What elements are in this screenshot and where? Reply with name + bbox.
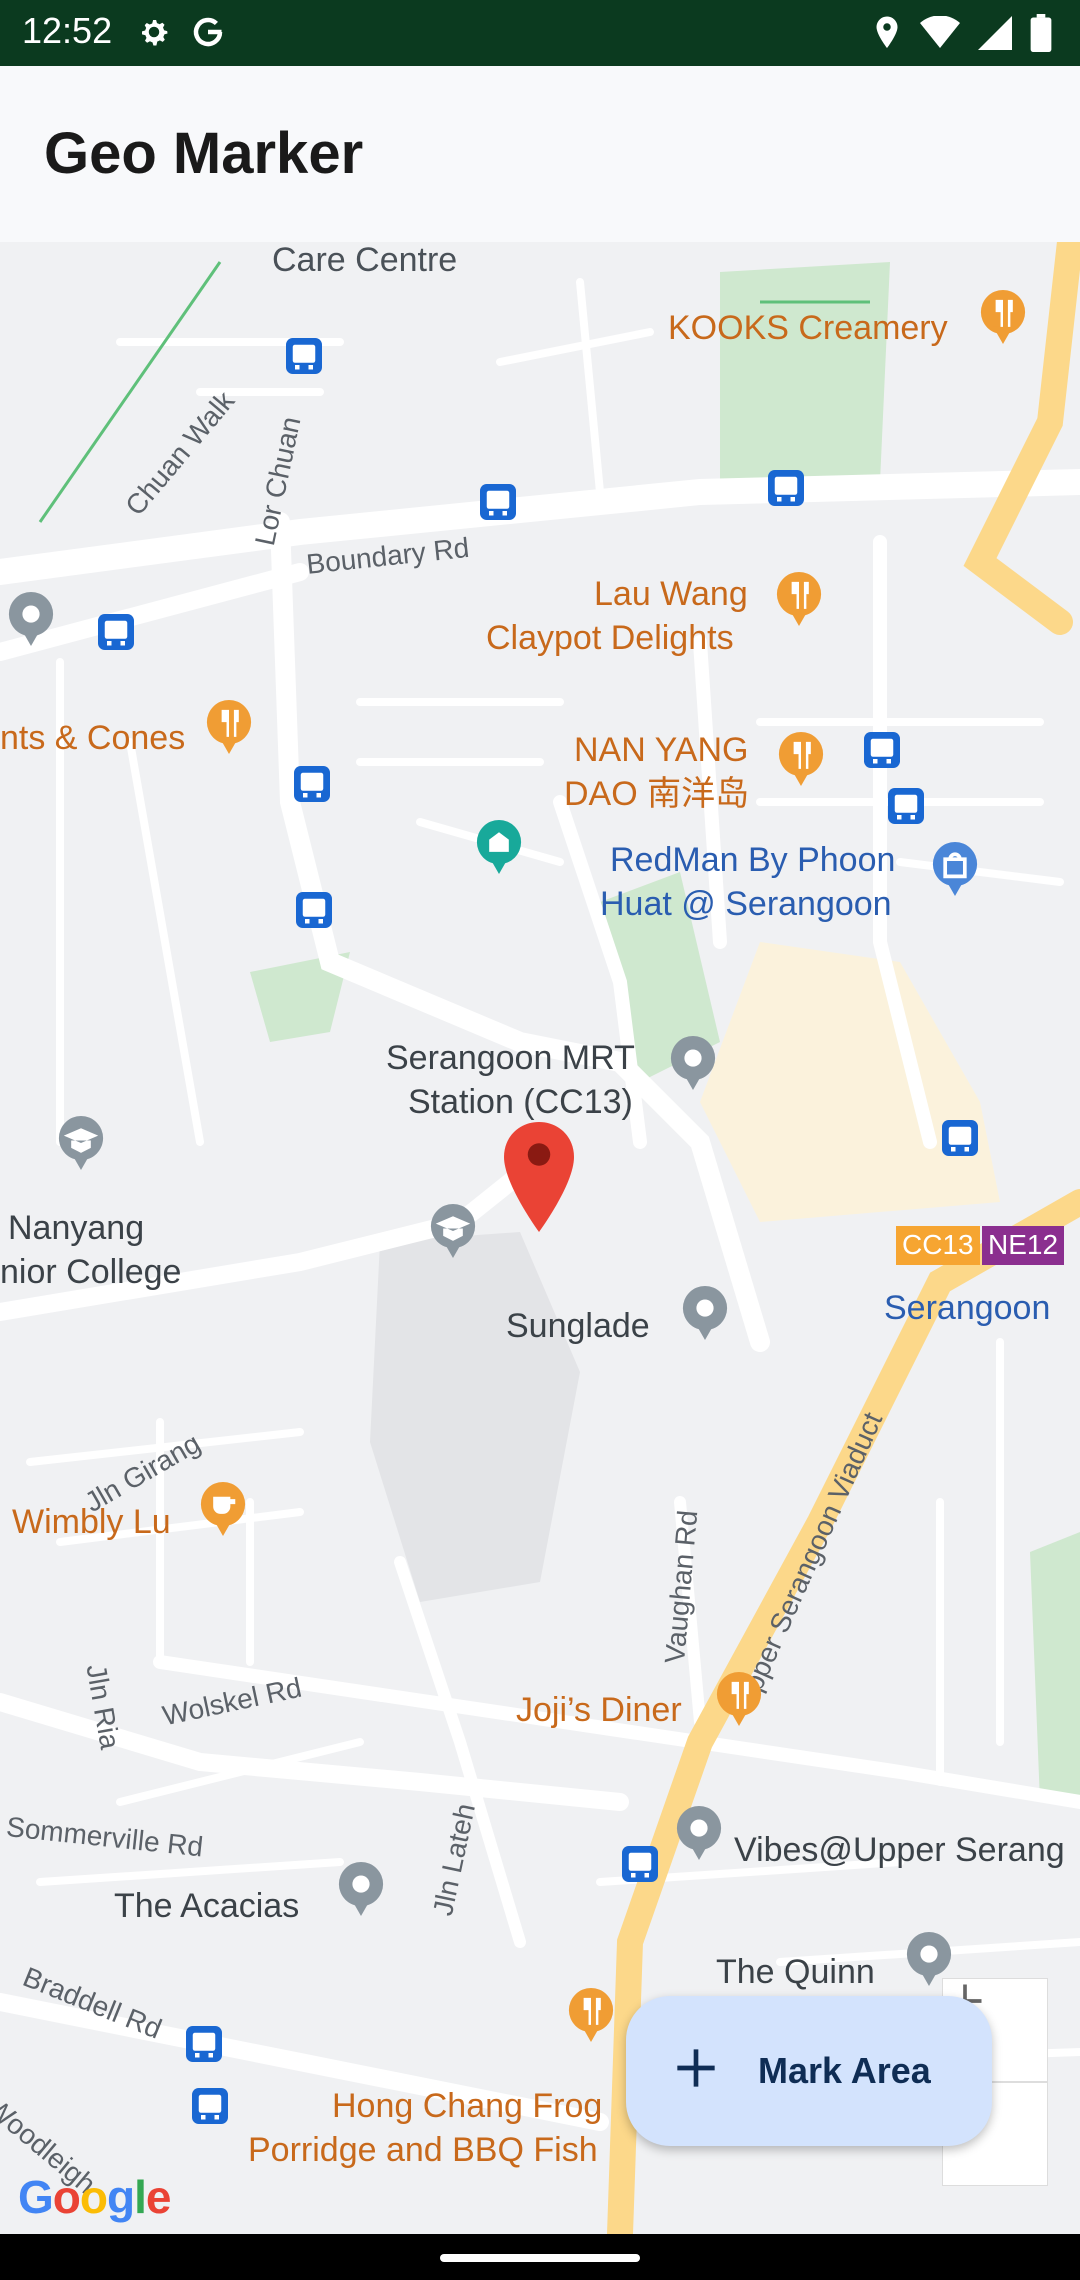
place-label[interactable]: Lau Wang — [594, 575, 748, 613]
place-label[interactable]: Porridge and BBQ Fish — [248, 2131, 598, 2169]
settings-icon — [136, 14, 172, 55]
page-title: Geo Marker — [44, 121, 364, 186]
mrt-badge-ne12: NE12 — [982, 1226, 1065, 1265]
map-view[interactable]: Chuan Walk Lor Chuan Boundary Rd Jln Gir… — [0, 242, 1080, 2234]
place-label[interactable]: KOOKS Creamery — [668, 309, 948, 347]
place-label[interactable]: Care Centre — [272, 242, 457, 279]
google-g-icon — [190, 14, 226, 55]
status-bar: 12:52 — [0, 0, 1080, 66]
place-label[interactable]: The Acacias — [114, 1887, 299, 1925]
place-label[interactable]: Sunglade — [506, 1307, 650, 1345]
place-label[interactable]: Vibes@Upper Serang — [734, 1831, 1065, 1869]
place-label[interactable]: Serangoon — [884, 1289, 1050, 1327]
location-icon — [872, 15, 902, 56]
place-label[interactable]: DAO 南洋岛 — [564, 775, 749, 813]
navigation-bar — [0, 2234, 1080, 2280]
app-bar: Geo Marker — [0, 66, 1080, 242]
place-label[interactable]: Wimbly Lu — [12, 1503, 171, 1541]
place-label[interactable]: Hong Chang Frog — [332, 2087, 602, 2125]
place-label[interactable]: RedMan By Phoon — [610, 841, 895, 879]
status-time: 12:52 — [22, 10, 113, 51]
place-label[interactable]: NAN YANG — [574, 731, 748, 769]
place-label[interactable]: Nanyang — [8, 1209, 144, 1247]
mrt-badge-cc13: CC13 — [896, 1226, 980, 1265]
place-label[interactable]: Station (CC13) — [408, 1083, 633, 1121]
place-label[interactable]: The Quinn — [716, 1953, 875, 1991]
mark-area-button[interactable]: Mark Area — [626, 1996, 992, 2146]
place-label[interactable]: nts & Cones — [0, 719, 185, 757]
google-attribution: Google — [18, 2171, 171, 2223]
mark-area-label: Mark Area — [758, 2050, 931, 2091]
place-label[interactable]: Huat @ Serangoon — [600, 885, 892, 923]
home-gesture-handle[interactable] — [440, 2254, 640, 2262]
place-label[interactable]: Claypot Delights — [486, 619, 734, 657]
place-label[interactable]: nior College — [0, 1253, 181, 1291]
place-label[interactable]: Joji’s Diner — [516, 1691, 682, 1729]
place-label[interactable]: Serangoon MRT — [386, 1039, 635, 1077]
signal-icon — [978, 16, 1012, 55]
battery-icon — [1030, 14, 1052, 57]
wifi-icon — [920, 15, 960, 55]
